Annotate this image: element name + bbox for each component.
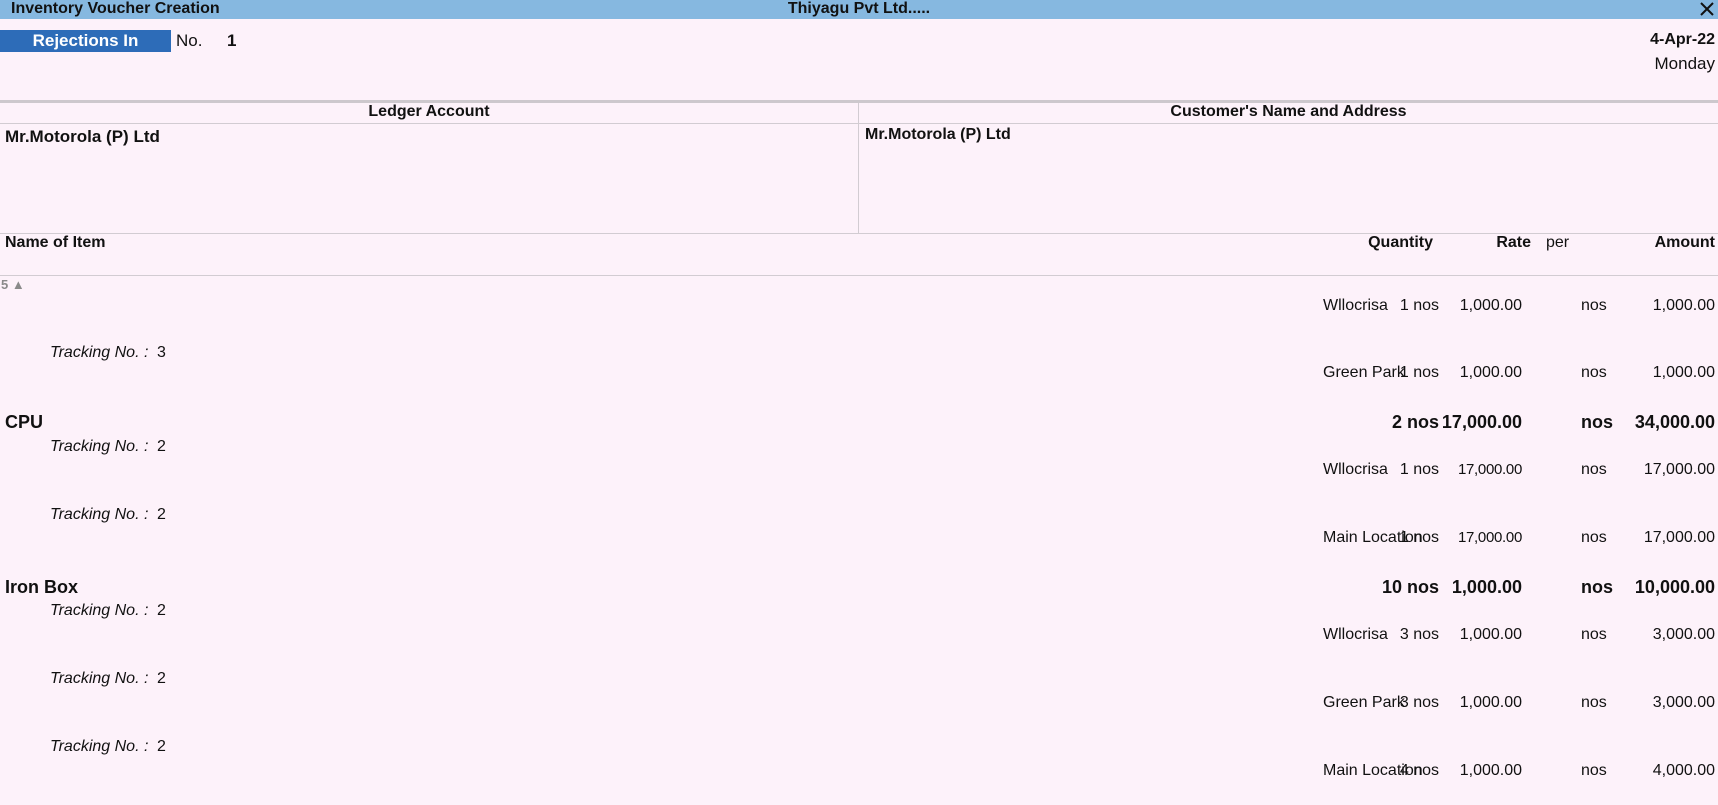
tracking-value: 2 [157, 506, 166, 523]
location-quantity: 1 nos [1399, 529, 1439, 546]
customer-name-field[interactable]: Mr.Motorola (P) Ltd [865, 126, 1011, 144]
location-row[interactable]: Wllocrisa 1 nos 1,000.00 nos 1,000.00 [0, 297, 1718, 321]
close-icon[interactable] [1698, 0, 1716, 18]
tracking-row[interactable]: Tracking No. : 2 [0, 506, 1718, 530]
location-quantity: 1 nos [1399, 461, 1439, 478]
item-quantity: 2 nos [1391, 412, 1439, 432]
item-rate: 17,000.00 [1441, 412, 1522, 432]
location-amount: 1,000.00 [1652, 364, 1715, 381]
location-rate: 1,000.00 [1459, 364, 1522, 381]
col-per: per [1546, 234, 1570, 251]
location-amount: 3,000.00 [1652, 694, 1715, 711]
item-per: nos [1581, 412, 1614, 432]
tracking-row[interactable]: Tracking No. : 2 [0, 602, 1718, 626]
location-row[interactable]: Green Park 1 nos 1,000.00 nos 1,000.00 [0, 364, 1718, 388]
col-amount: Amount [1654, 234, 1715, 251]
divider [0, 275, 1718, 276]
col-rate: Rate [1496, 234, 1531, 251]
item-amount: 10,000.00 [1634, 577, 1715, 597]
ledger-account-header: Ledger Account [368, 103, 490, 120]
location-quantity: 3 nos [1399, 694, 1439, 711]
location-rate: 1,000.00 [1459, 694, 1522, 711]
tracking-value: 2 [157, 602, 166, 619]
location-row[interactable]: Green Park 3 nos 1,000.00 nos 3,000.00 [0, 694, 1718, 718]
location-quantity: 1 nos [1399, 297, 1439, 314]
location-rate: 17,000.00 [1457, 461, 1522, 478]
item-amount: 34,000.00 [1634, 412, 1715, 432]
title-bar: Inventory Voucher Creation Thiyagu Pvt L… [0, 0, 1718, 19]
location-rate: 17,000.00 [1457, 529, 1522, 546]
location-per: nos [1581, 529, 1607, 546]
customer-header: Customer's Name and Address [1170, 103, 1407, 120]
location-amount: 1,000.00 [1652, 297, 1715, 314]
company-name: Thiyagu Pvt Ltd..... [787, 0, 931, 17]
voucher-type[interactable]: Rejections In [0, 30, 171, 52]
tracking-row[interactable]: Tracking No. : 2 [0, 438, 1718, 462]
tracking-label: Tracking No. : [50, 438, 149, 455]
location-row[interactable]: Main Location 1 nos 17,000.00 nos 17,000.00 [0, 529, 1718, 553]
location-row[interactable]: Main Location 4 nos 1,000.00 nos 4,000.00 [0, 762, 1718, 786]
item-per: nos [1581, 577, 1614, 597]
location-name: Wllocrisa [1323, 461, 1388, 478]
tracking-label: Tracking No. : [50, 602, 149, 619]
tracking-value: 2 [157, 438, 166, 455]
location-amount: 4,000.00 [1652, 762, 1715, 779]
tracking-label: Tracking No. : [50, 506, 149, 523]
tracking-label: Tracking No. : [50, 344, 149, 361]
location-per: nos [1581, 762, 1607, 779]
location-per: nos [1581, 364, 1607, 381]
location-per: nos [1581, 626, 1607, 643]
divider [0, 123, 1718, 124]
voucher-no-label: No. [176, 31, 203, 50]
item-row[interactable]: CPU 2 nos 17,000.00 nos 34,000.00 [0, 412, 1718, 436]
col-name-of-item: Name of Item [5, 234, 106, 251]
location-rate: 1,000.00 [1459, 626, 1522, 643]
item-row[interactable]: Iron Box 10 nos 1,000.00 nos 10,000.00 [0, 577, 1718, 601]
item-rate: 1,000.00 [1451, 577, 1522, 597]
col-quantity: Quantity [1368, 234, 1433, 251]
voucher-day: Monday [1654, 54, 1715, 73]
location-name: Green Park [1323, 364, 1405, 381]
tracking-row[interactable]: Tracking No. : 2 [0, 670, 1718, 694]
tracking-row[interactable]: Tracking No. : 2 [0, 738, 1718, 762]
location-per: nos [1581, 694, 1607, 711]
location-per: nos [1581, 461, 1607, 478]
voucher-no[interactable]: 1 [227, 31, 236, 51]
tracking-value: 2 [157, 738, 166, 755]
location-name: Wllocrisa [1323, 626, 1388, 643]
tracking-value: 2 [157, 670, 166, 687]
location-quantity: 4 nos [1399, 762, 1439, 779]
location-amount: 17,000.00 [1643, 529, 1715, 546]
item-quantity: 10 nos [1381, 577, 1439, 597]
location-name: Green Park [1323, 694, 1405, 711]
item-name: CPU [5, 412, 44, 432]
tracking-label: Tracking No. : [50, 738, 149, 755]
location-quantity: 3 nos [1399, 626, 1439, 643]
location-amount: 17,000.00 [1643, 461, 1715, 478]
location-name: Wllocrisa [1323, 297, 1388, 314]
location-per: nos [1581, 297, 1607, 314]
scroll-up-indicator[interactable]: 5 ▲ [1, 277, 25, 292]
voucher-date[interactable]: 4-Apr-22 [1650, 31, 1715, 49]
location-quantity: 1 nos [1399, 364, 1439, 381]
location-row[interactable]: Wllocrisa 1 nos 17,000.00 nos 17,000.00 [0, 461, 1718, 485]
tracking-value: 3 [157, 344, 166, 361]
location-rate: 1,000.00 [1459, 297, 1522, 314]
location-row[interactable]: Wllocrisa 3 nos 1,000.00 nos 3,000.00 [0, 626, 1718, 650]
item-name: Iron Box [5, 577, 79, 597]
ledger-account-field[interactable]: Mr.Motorola (P) Ltd [5, 127, 160, 147]
location-rate: 1,000.00 [1459, 762, 1522, 779]
divider [0, 233, 1718, 234]
location-amount: 3,000.00 [1652, 626, 1715, 643]
tracking-label: Tracking No. : [50, 670, 149, 687]
